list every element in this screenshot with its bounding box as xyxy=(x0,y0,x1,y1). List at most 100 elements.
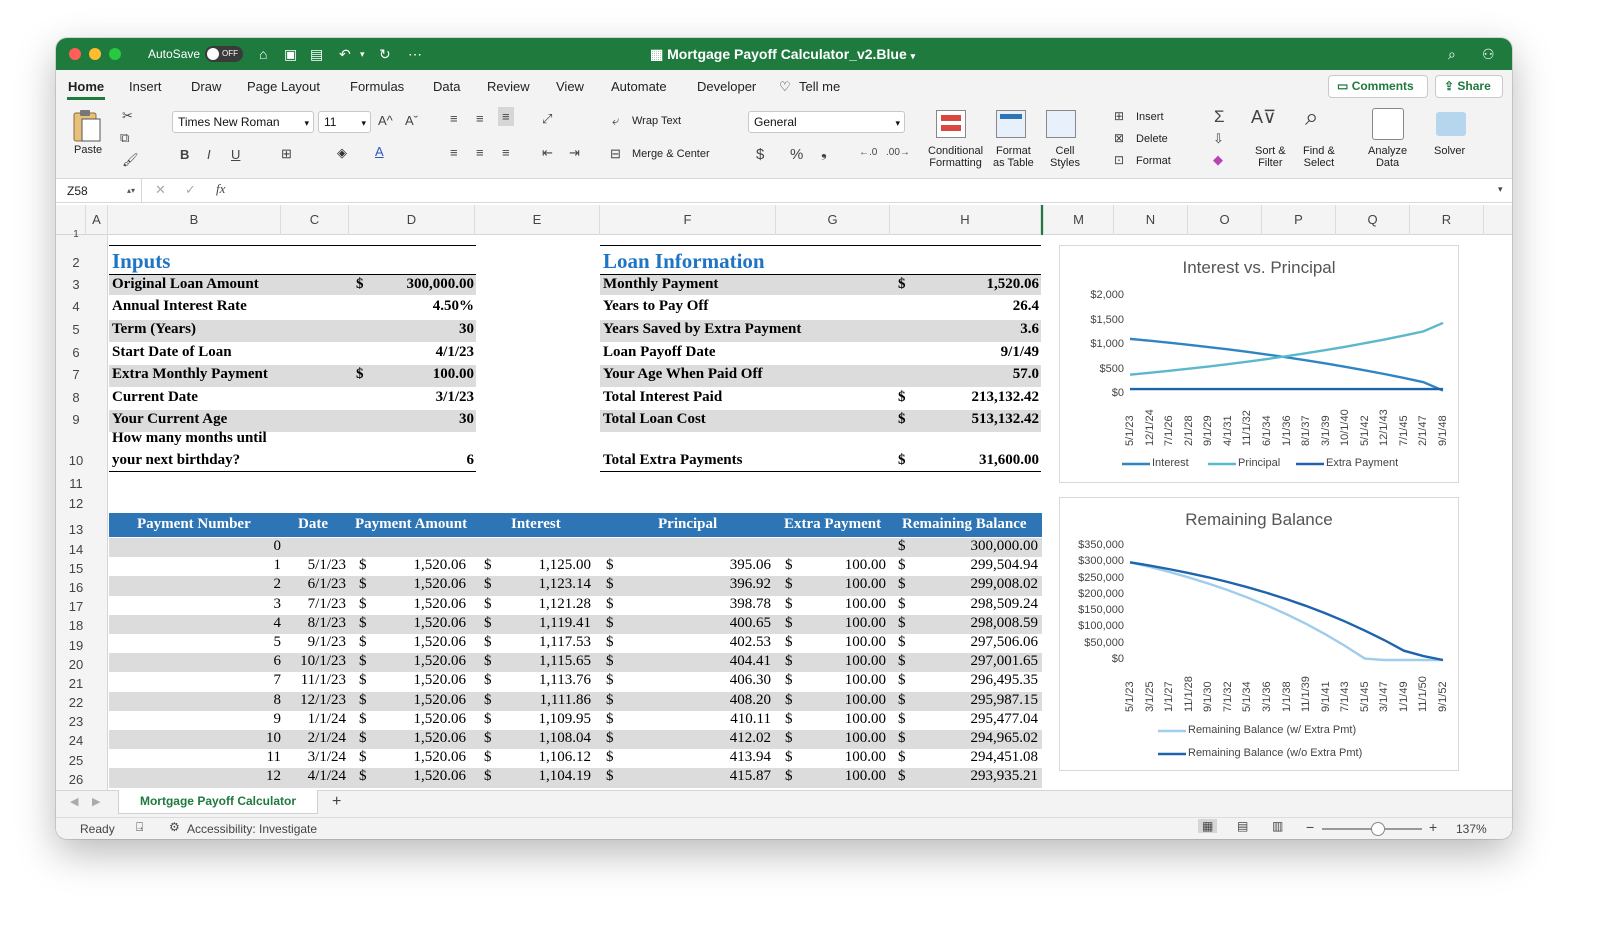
solver-icon[interactable] xyxy=(1436,112,1466,136)
table-header-cell[interactable]: Date xyxy=(298,516,328,533)
loan-value-cell[interactable]: 57.0 xyxy=(918,366,1039,383)
clear-icon[interactable]: ◆ xyxy=(1213,152,1223,168)
find-select-button[interactable]: Find & Select xyxy=(1303,145,1335,169)
input-value-cell[interactable]: 30 xyxy=(374,411,474,428)
table-cell[interactable]: 294,451.08 xyxy=(918,749,1039,766)
table-cell[interactable]: 299,008.02 xyxy=(918,576,1039,593)
conditional-formatting-button[interactable]: Conditional Formatting xyxy=(928,145,983,169)
more-icon[interactable]: ⋯ xyxy=(408,46,422,63)
table-cell[interactable]: 300,000.00 xyxy=(918,538,1039,555)
decrease-font-icon[interactable]: Aˇ xyxy=(405,113,418,128)
table-cell[interactable]: 100.00 xyxy=(766,634,886,651)
column-header[interactable]: R xyxy=(1410,205,1484,235)
zoom-slider-knob[interactable] xyxy=(1371,822,1385,836)
analyze-data-icon[interactable] xyxy=(1372,108,1404,140)
comma-style-icon[interactable]: ❟ xyxy=(821,144,827,161)
undo-dropdown-icon[interactable]: ▾ xyxy=(360,49,365,60)
column-header[interactable]: G xyxy=(776,205,890,235)
loan-value-cell[interactable]: 1,520.06 xyxy=(918,276,1040,293)
page-layout-view-icon[interactable]: ▤ xyxy=(1237,819,1248,833)
bold-icon[interactable]: B xyxy=(180,147,189,162)
find-select-icon[interactable]: ⌕ xyxy=(1305,104,1318,132)
zoom-out-icon[interactable]: − xyxy=(1306,819,1314,835)
table-cell[interactable]: 100.00 xyxy=(766,653,886,670)
loan-value-cell[interactable]: 3.6 xyxy=(918,321,1039,338)
save-as-icon[interactable]: ▤ xyxy=(310,46,323,63)
align-bottom-icon[interactable]: ≡ xyxy=(498,107,514,126)
table-cell[interactable]: 398.78 xyxy=(651,596,771,613)
loan-value-cell[interactable]: 9/1/49 xyxy=(918,344,1039,361)
merge-center-button[interactable]: Merge & Center xyxy=(632,148,710,160)
loan-value-cell[interactable]: 213,132.42 xyxy=(918,389,1040,406)
table-cell[interactable]: 298,008.59 xyxy=(918,615,1039,632)
function-icon[interactable]: fx xyxy=(216,181,225,197)
table-cell[interactable]: 1,109.95 xyxy=(471,711,592,728)
table-cell[interactable]: 7/1/23 xyxy=(226,596,346,613)
tab-draw[interactable]: Draw xyxy=(191,79,221,94)
cell-styles-icon[interactable] xyxy=(1046,110,1076,138)
table-cell[interactable]: 100.00 xyxy=(766,711,886,728)
table-cell[interactable]: 1,520.06 xyxy=(346,711,467,728)
conditional-formatting-icon[interactable] xyxy=(936,110,966,138)
tab-formulas[interactable]: Formulas xyxy=(350,79,404,94)
table-cell[interactable]: 408.20 xyxy=(651,692,771,709)
table-header-cell[interactable]: Payment Amount xyxy=(355,516,467,533)
comments-button[interactable]: ▭ Comments xyxy=(1328,75,1428,98)
chart-interest-vs-principal[interactable]: Interest vs. Principal $2,000 $1,500 $1,00… xyxy=(1059,245,1459,483)
tab-page-layout[interactable]: Page Layout xyxy=(247,79,320,94)
tell-me-search[interactable]: Tell me xyxy=(799,79,840,94)
table-cell[interactable]: 1,111.86 xyxy=(471,692,591,709)
input-value-cell[interactable]: 300,000.00 xyxy=(374,276,475,293)
align-center-icon[interactable]: ≡ xyxy=(476,145,484,160)
legend-entry[interactable]: Principal xyxy=(1238,457,1280,469)
table-cell[interactable]: 1,104.19 xyxy=(471,768,592,785)
table-cell[interactable]: 6/1/23 xyxy=(226,576,346,593)
accessibility-status[interactable]: Accessibility: Investigate xyxy=(187,822,317,836)
table-cell[interactable]: 402.53 xyxy=(651,634,771,651)
expand-formula-icon[interactable]: ▾ xyxy=(1498,184,1503,195)
table-cell[interactable]: 295,477.04 xyxy=(918,711,1039,728)
table-cell[interactable]: 100.00 xyxy=(766,692,886,709)
table-cell[interactable]: 293,935.21 xyxy=(918,768,1039,785)
italic-icon[interactable]: I xyxy=(207,147,211,162)
table-cell[interactable]: 297,506.06 xyxy=(918,634,1039,651)
normal-view-icon[interactable]: ▦ xyxy=(1198,819,1218,833)
table-cell[interactable]: 5/1/23 xyxy=(226,557,346,574)
cell-styles-button[interactable]: Cell Styles xyxy=(1050,145,1080,169)
table-cell[interactable]: 100.00 xyxy=(766,768,886,785)
table-header-cell[interactable]: Remaining Balance xyxy=(902,516,1027,533)
analyze-data-button[interactable]: Analyze Data xyxy=(1368,145,1407,169)
tab-automate[interactable]: Automate xyxy=(611,79,667,94)
series-line-0[interactable] xyxy=(1129,337,1444,392)
zoom-in-icon[interactable]: + xyxy=(1429,819,1437,835)
table-cell[interactable]: 1,520.06 xyxy=(346,672,467,689)
table-cell[interactable]: 1,520.06 xyxy=(346,653,467,670)
loan-value-cell[interactable]: 31,600.00 xyxy=(918,452,1039,469)
table-header-cell[interactable]: Interest xyxy=(511,516,561,533)
increase-decimal-icon[interactable]: ←.0 xyxy=(859,147,877,158)
table-cell[interactable]: 415.87 xyxy=(651,768,771,785)
chart-remaining-balance[interactable]: Remaining Balance $350,000 $300,000 $250,0… xyxy=(1059,497,1459,771)
table-cell[interactable]: 294,965.02 xyxy=(918,730,1039,747)
increase-font-icon[interactable]: A^ xyxy=(378,113,393,128)
column-header[interactable]: E xyxy=(475,205,600,235)
cut-icon[interactable]: ✂ xyxy=(122,108,133,124)
loan-value-cell[interactable]: 26.4 xyxy=(918,298,1039,315)
column-header[interactable]: C xyxy=(281,205,349,235)
table-cell[interactable]: 100.00 xyxy=(766,596,886,613)
decrease-indent-icon[interactable]: ⇤ xyxy=(542,145,553,161)
table-cell[interactable]: 100.00 xyxy=(766,615,886,632)
table-cell[interactable]: 400.65 xyxy=(651,615,771,632)
table-cell[interactable]: 395.06 xyxy=(651,557,771,574)
table-cell[interactable]: 295,987.15 xyxy=(918,692,1039,709)
table-cell[interactable]: 410.11 xyxy=(651,711,771,728)
table-cell[interactable]: 4/1/24 xyxy=(226,768,346,785)
input-value-cell[interactable]: 6 xyxy=(374,452,475,469)
percent-icon[interactable]: % xyxy=(790,146,803,163)
insert-cells-button[interactable]: Insert xyxy=(1136,111,1164,123)
table-cell[interactable]: 1,108.04 xyxy=(471,730,592,747)
table-cell[interactable]: 299,504.94 xyxy=(918,557,1039,574)
table-cell[interactable]: 100.00 xyxy=(766,730,886,747)
table-cell[interactable]: 413.94 xyxy=(651,749,771,766)
increase-indent-icon[interactable]: ⇥ xyxy=(569,145,580,161)
